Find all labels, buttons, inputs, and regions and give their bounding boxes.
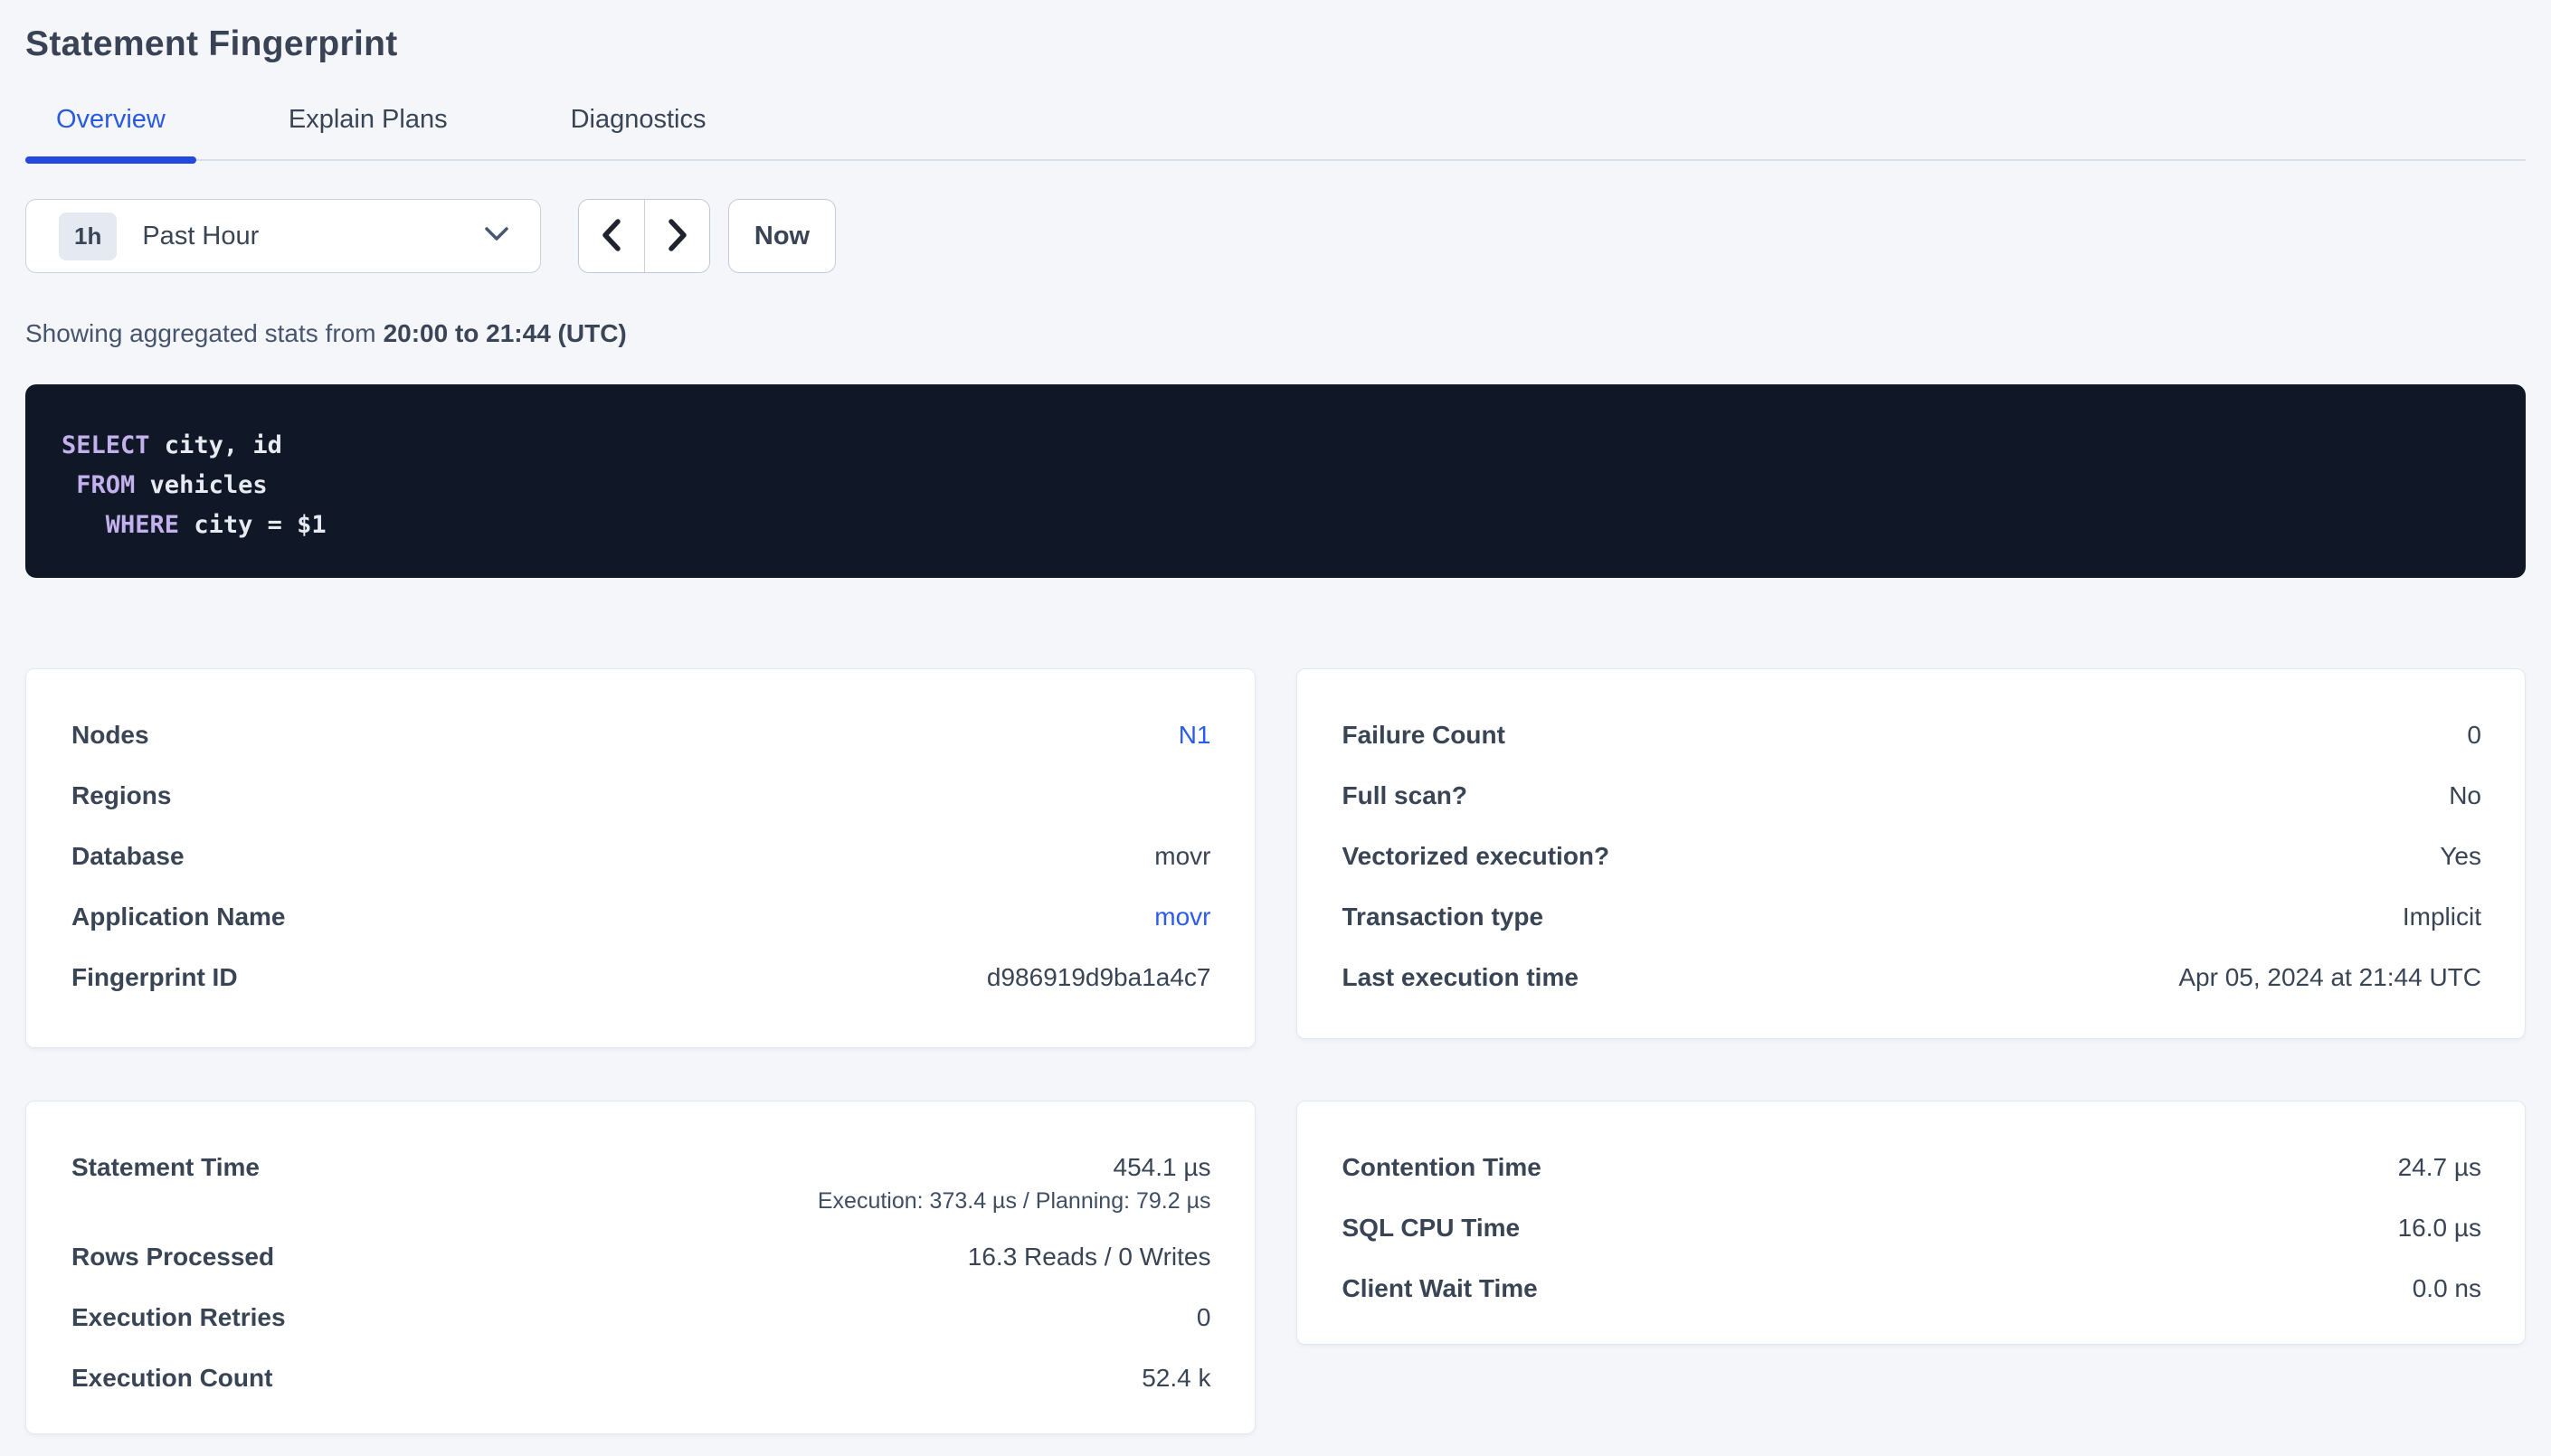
card-row-failure-count: Failure Count 0 [1342, 720, 2482, 750]
row-value: Apr 05, 2024 at 21:44 UTC [2178, 962, 2481, 992]
row-label: Fingerprint ID [71, 962, 265, 992]
row-label: Full scan? [1342, 780, 1494, 810]
statement-fingerprint-page: Statement Fingerprint Overview Explain P… [0, 0, 2551, 1434]
card-row-client-wait-time: Client Wait Time 0.0 ns [1342, 1273, 2482, 1303]
row-label: Application Name [71, 902, 312, 931]
row-label: Statement Time [71, 1152, 287, 1182]
row-label: Regions [71, 780, 198, 810]
row-value: 0.0 ns [2413, 1273, 2481, 1303]
previous-range-button[interactable] [579, 200, 644, 272]
sql-statement-box: SELECT city, id FROM vehicles WHERE city… [25, 384, 2526, 578]
row-label: Transaction type [1342, 902, 1571, 931]
sql-line: WHERE city = $1 [62, 506, 2486, 545]
card-row-execution-retries: Execution Retries 0 [71, 1302, 1211, 1332]
tab-diagnostics[interactable]: Diagnostics [540, 105, 737, 159]
card-row-execution-count: Execution Count 52.4 k [71, 1363, 1211, 1393]
card-row-vectorized: Vectorized execution? Yes [1342, 841, 2482, 871]
time-range-label: Past Hour [142, 222, 482, 251]
page-title: Statement Fingerprint [25, 0, 2526, 64]
next-range-button[interactable] [644, 200, 709, 272]
tab-explain-plans[interactable]: Explain Plans [258, 105, 479, 159]
row-label: SQL CPU Time [1342, 1213, 1548, 1243]
summary-cards: Nodes N1 Regions Database movr Applicati… [25, 668, 2526, 1434]
row-value: 16.3 Reads / 0 Writes [968, 1242, 1211, 1272]
row-label: Client Wait Time [1342, 1273, 1565, 1303]
row-value: d986919d9ba1a4c7 [987, 962, 1211, 992]
row-label: Database [71, 841, 212, 871]
time-interval-badge: 1h [59, 213, 117, 260]
card-row-transaction-type: Transaction type Implicit [1342, 902, 2482, 931]
application-name-link[interactable]: movr [1154, 902, 1210, 931]
row-value: 454.1 µs [1114, 1152, 1211, 1182]
node-link[interactable]: N1 [1179, 720, 1211, 750]
card-row-rows-processed: Rows Processed 16.3 Reads / 0 Writes [71, 1242, 1211, 1272]
row-label: Contention Time [1342, 1152, 1569, 1182]
aggregated-stats-note: Showing aggregated stats from 20:00 to 21… [25, 319, 2526, 348]
row-value: Yes [2440, 841, 2481, 871]
card-row-fingerprint-id: Fingerprint ID d986919d9ba1a4c7 [71, 962, 1211, 992]
tab-overview[interactable]: Overview [25, 105, 196, 159]
row-label: Nodes [71, 720, 176, 750]
now-button[interactable]: Now [728, 199, 836, 273]
aggregated-stats-range: 20:00 to 21:44 (UTC) [384, 319, 627, 347]
row-value: No [2449, 780, 2481, 810]
row-value: movr [1154, 841, 1210, 871]
statement-time-breakdown: Execution: 373.4 µs / Planning: 79.2 µs [71, 1187, 1211, 1215]
chevron-left-icon [598, 215, 625, 258]
row-value: 16.0 µs [2398, 1213, 2481, 1243]
execution-attributes-card: Failure Count 0 Full scan? No Vectorized… [1296, 668, 2527, 1039]
row-label: Vectorized execution? [1342, 841, 1637, 871]
time-controls: 1h Past Hour Now [25, 199, 2526, 273]
sql-line: FROM vehicles [62, 466, 2486, 506]
wait-times-card: Contention Time 24.7 µs SQL CPU Time 16.… [1296, 1101, 2527, 1345]
row-value: 0 [2467, 720, 2481, 750]
chevron-right-icon [664, 215, 691, 258]
tab-bar: Overview Explain Plans Diagnostics [25, 105, 2526, 161]
row-value: Implicit [2403, 902, 2481, 931]
card-row-statement-time: Statement Time 454.1 µs [71, 1152, 1211, 1182]
row-label: Failure Count [1342, 720, 1532, 750]
row-label: Execution Retries [71, 1302, 313, 1332]
sql-line: SELECT city, id [62, 426, 2486, 466]
time-range-stepper [578, 199, 710, 273]
statement-timings-card: Statement Time 454.1 µs Execution: 373.4… [25, 1101, 1256, 1434]
chevron-down-icon [482, 224, 511, 249]
row-label: Rows Processed [71, 1242, 301, 1272]
card-row-database: Database movr [71, 841, 1211, 871]
card-row-regions: Regions [71, 780, 1211, 810]
row-value: 52.4 k [1142, 1363, 1210, 1393]
card-row-last-execution-time: Last execution time Apr 05, 2024 at 21:4… [1342, 962, 2482, 992]
row-label: Last execution time [1342, 962, 1606, 992]
card-row-contention-time: Contention Time 24.7 µs [1342, 1152, 2482, 1182]
row-value: 24.7 µs [2398, 1152, 2481, 1182]
row-label: Execution Count [71, 1363, 299, 1393]
card-row-sql-cpu-time: SQL CPU Time 16.0 µs [1342, 1213, 2482, 1243]
card-row-application-name: Application Name movr [71, 902, 1211, 931]
statement-details-card: Nodes N1 Regions Database movr Applicati… [25, 668, 1256, 1048]
row-value: 0 [1197, 1302, 1211, 1332]
card-row-nodes: Nodes N1 [71, 720, 1211, 750]
card-row-full-scan: Full scan? No [1342, 780, 2482, 810]
aggregated-stats-prefix: Showing aggregated stats from [25, 319, 376, 347]
time-range-select[interactable]: 1h Past Hour [25, 199, 541, 273]
